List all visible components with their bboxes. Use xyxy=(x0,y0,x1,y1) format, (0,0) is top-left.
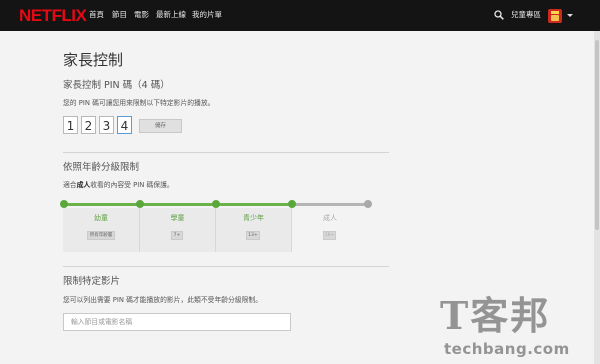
scrollbar-thumb[interactable] xyxy=(595,40,599,230)
level-label-teens: 青少年 xyxy=(243,214,264,222)
title-restriction-description: 您可以列出需要 PIN 碼才能播放的影片，此類不受年齡分級限制。 xyxy=(63,296,263,304)
top-navigation-bar: NETFLIX 首頁 節目 電影 最新上線 我的片單 兒童專區 xyxy=(0,0,600,31)
pin-digit-3[interactable]: 3 xyxy=(99,116,114,134)
rating-slider-dot-children[interactable] xyxy=(136,200,144,208)
nav-movies[interactable]: 電影 xyxy=(134,10,149,20)
watermark-logo-text: T客邦 xyxy=(440,293,551,338)
nav-my-list[interactable]: 我的片單 xyxy=(192,10,222,20)
level-label-adults: 成人 xyxy=(323,214,337,222)
avatar[interactable] xyxy=(548,9,562,23)
netflix-logo[interactable]: NETFLIX xyxy=(19,6,87,25)
pin-digit-4[interactable]: 4 xyxy=(117,116,132,134)
pin-heading: 家長控制 PIN 碼（4 碼） xyxy=(63,80,170,91)
section-divider xyxy=(63,266,389,267)
nav-shows[interactable]: 節目 xyxy=(112,10,127,20)
rating-description-bold: 成人 xyxy=(76,181,91,189)
avatar-crown-shape xyxy=(551,11,559,14)
pin-description: 您的 PIN 碼可讓您用來限制以下特定影片的播放。 xyxy=(63,99,215,107)
rating-slider-track-active[interactable] xyxy=(63,203,292,206)
title-restriction-heading: 限制特定影片 xyxy=(63,276,121,287)
rating-badge-13: 13+ xyxy=(246,231,260,240)
pin-digit-1[interactable]: 1 xyxy=(63,116,78,134)
rating-badge-7: 7+ xyxy=(171,231,183,240)
title-search-input[interactable] xyxy=(63,313,291,331)
pin-digit-2[interactable]: 2 xyxy=(81,116,96,134)
rating-description-suffix: 收看的內容受 PIN 碼保護。 xyxy=(90,181,174,189)
search-icon[interactable] xyxy=(494,10,504,20)
level-label-kids: 幼童 xyxy=(94,214,108,222)
rating-badge-16: 16+ xyxy=(323,231,336,240)
nav-home[interactable]: 首頁 xyxy=(89,10,104,20)
section-divider xyxy=(63,152,389,153)
level-label-children: 學童 xyxy=(170,214,185,222)
rating-description: 適合成人收看的內容受 PIN 碼保護。 xyxy=(63,181,174,190)
rating-description-prefix: 適合 xyxy=(63,181,77,189)
rating-slider-dot-adults[interactable] xyxy=(364,200,372,208)
rating-slider-dot-kids[interactable] xyxy=(60,200,68,208)
rating-slider-track-inactive[interactable] xyxy=(292,203,368,206)
avatar-face-shape xyxy=(551,15,559,21)
watermark-url-text: techbang.com xyxy=(444,340,570,358)
nav-new-releases[interactable]: 最新上線 xyxy=(156,10,186,20)
page-title: 家長控制 xyxy=(63,51,124,69)
rating-slider-dot-teens[interactable] xyxy=(212,200,220,208)
save-button[interactable]: 儲存 xyxy=(139,119,182,133)
rating-heading: 依照年齡分級限制 xyxy=(63,162,140,173)
rating-slider-dot-handle[interactable] xyxy=(288,200,296,208)
techbang-watermark: T客邦 techbang.com xyxy=(440,296,594,364)
chevron-down-icon[interactable] xyxy=(567,14,573,17)
rating-badge-all-ages: 所有年齡層 xyxy=(87,231,115,240)
profile-name[interactable]: 兒童專區 xyxy=(511,10,541,20)
